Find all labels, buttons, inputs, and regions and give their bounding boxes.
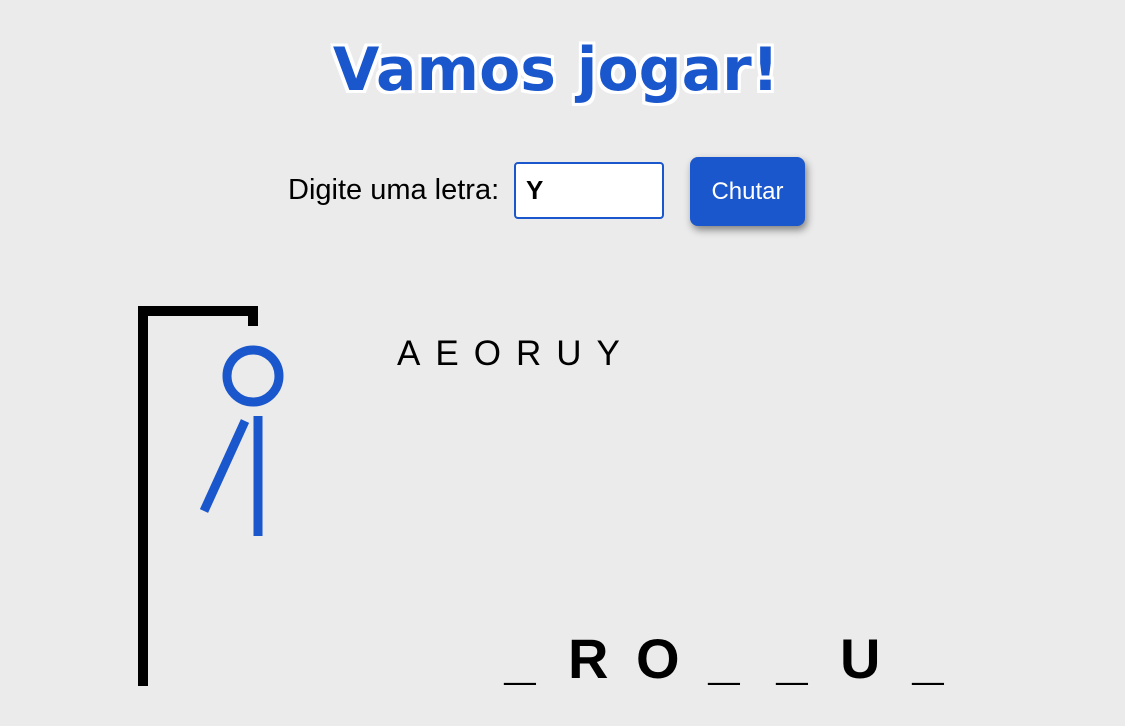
letter-input-label: Digite uma letra: — [288, 174, 500, 206]
used-letter: O — [473, 334, 502, 373]
word-slot: _ — [504, 627, 536, 690]
hangman-drawing — [138, 306, 284, 686]
word-slot: U — [840, 627, 881, 690]
used-letters: A E O R U Y — [397, 334, 621, 374]
used-letter: U — [556, 334, 583, 373]
word-slot: R — [568, 627, 609, 690]
hangman-head — [222, 345, 284, 407]
hangman-figure — [199, 345, 284, 536]
word-slot: _ — [708, 627, 740, 690]
word-display: _ R O _ _ U _ — [500, 626, 948, 692]
used-letter: E — [435, 334, 460, 373]
gallows — [138, 306, 258, 686]
word-slot: _ — [776, 627, 808, 690]
page-title: Vamos jogar! — [332, 35, 780, 105]
hangman-left-arm — [199, 419, 250, 513]
word-slot: _ — [912, 627, 944, 690]
word-slot: O — [636, 627, 680, 690]
used-letter: A — [397, 334, 422, 373]
guess-form: Digite uma letra: Chutar — [0, 157, 1125, 227]
used-letter: Y — [596, 334, 621, 373]
used-letter: R — [515, 334, 543, 373]
guess-button[interactable]: Chutar — [690, 157, 805, 226]
letter-input[interactable] — [514, 162, 664, 219]
